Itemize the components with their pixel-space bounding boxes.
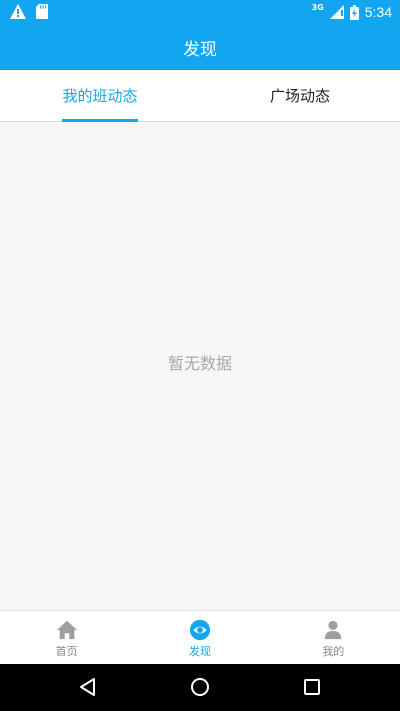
- nav-item-label: 首页: [55, 645, 78, 658]
- eye-icon: [189, 619, 211, 641]
- back-icon[interactable]: [76, 675, 100, 699]
- system-navigation-bar: [0, 664, 400, 711]
- tab-label: 广场动态: [269, 87, 330, 105]
- battery-icon: [349, 4, 359, 20]
- person-icon: [325, 620, 342, 640]
- tab-bar: 我的班动态 广场动态: [0, 70, 400, 122]
- nav-item-label: 发现: [188, 645, 211, 658]
- feed-content: 暂无数据: [0, 122, 400, 610]
- nav-item-label: 我的: [322, 645, 345, 658]
- sd-card-icon: [36, 4, 48, 19]
- app-bar: 发现: [0, 24, 400, 70]
- nav-item-home[interactable]: 首页: [0, 611, 133, 664]
- signal-icon: [329, 5, 344, 19]
- tab-square-feed[interactable]: 广场动态: [200, 70, 400, 121]
- status-right-icons: 3G 5:34: [312, 2, 392, 22]
- warning-icon: [10, 4, 26, 19]
- bottom-navigation: 首页 发现 我的: [0, 610, 400, 664]
- page-title: 发现: [183, 39, 217, 60]
- nav-item-mine[interactable]: 我的: [267, 611, 400, 664]
- status-left-icons: [10, 4, 48, 19]
- home-circle-icon[interactable]: [188, 675, 212, 699]
- empty-state-message: 暂无数据: [167, 354, 232, 373]
- status-bar: 3G 5:34: [0, 0, 400, 24]
- tab-label: 我的班动态: [62, 87, 138, 105]
- network-type: 3G: [311, 3, 324, 12]
- status-time: 5:34: [364, 4, 392, 20]
- home-icon: [56, 620, 77, 640]
- recents-icon[interactable]: [300, 675, 324, 699]
- nav-item-discover[interactable]: 发现: [133, 611, 266, 664]
- tab-my-class-feed[interactable]: 我的班动态: [0, 70, 200, 122]
